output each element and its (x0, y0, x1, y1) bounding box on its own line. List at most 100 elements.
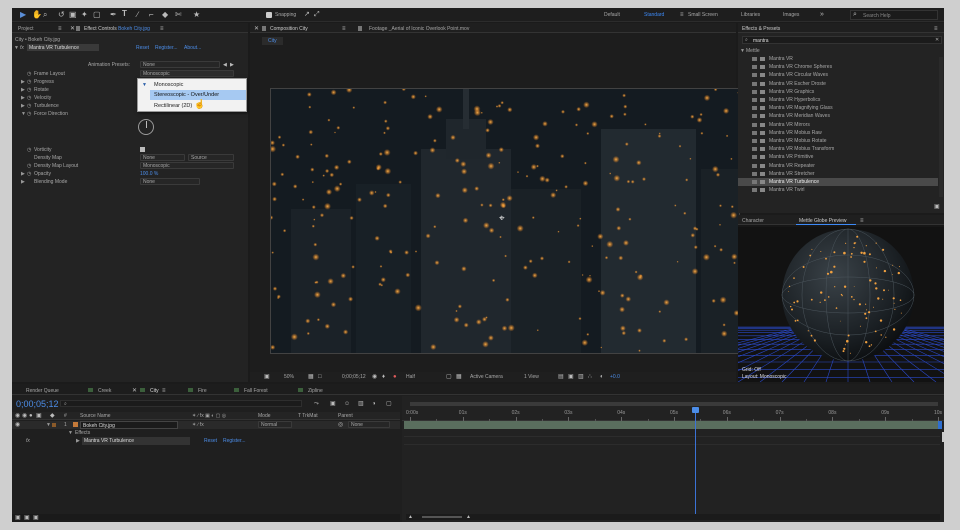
workspace-small-screen[interactable]: Small Screen (688, 12, 718, 18)
time-graph[interactable]: 0:00s 01s 02s 03s 04s 05s 06s 07s 08s 09s 10s ▲ ▲ (402, 396, 944, 522)
close-icon[interactable]: ✕ (254, 25, 259, 33)
layer-parent-dropdown[interactable]: None (348, 421, 390, 428)
always-preview-icon[interactable]: ▣ (264, 373, 270, 381)
playhead[interactable] (692, 407, 700, 517)
pickwhip-icon[interactable]: ◎ (338, 421, 343, 429)
stopwatch-icon[interactable]: ◷ (27, 163, 31, 169)
clone-stamp-tool-icon[interactable]: ⌐ (149, 11, 154, 19)
eye-icon[interactable]: ◉ (15, 421, 20, 429)
stopwatch-icon[interactable]: ◷ (27, 87, 31, 93)
next-preset-icon[interactable]: ▶ (230, 61, 234, 69)
new-folder-icon[interactable]: ▣ (934, 203, 940, 211)
lock-icon[interactable] (262, 26, 266, 31)
camera-tool-icon[interactable]: ▣ (69, 11, 77, 19)
layer-name[interactable]: Bokeh City.jpg (80, 421, 178, 429)
hand-tool-icon[interactable]: ✋ (32, 11, 42, 19)
snapshot-icon[interactable]: ◉ (372, 373, 377, 381)
mask-icon[interactable]: □ (318, 373, 322, 381)
blending-mode-dropdown[interactable]: None (140, 178, 200, 185)
time-ruler[interactable]: 0:00s 01s 02s 03s 04s 05s 06s 07s 08s 09s 10s (402, 407, 944, 421)
zoom-dropdown[interactable]: 50% (284, 374, 294, 380)
effect-preset-item[interactable]: Mantra VR Chrome Spheres (738, 63, 938, 71)
tab-footage[interactable]: Footage _Aerial of Iconic Overlook Point… (369, 26, 469, 32)
draft-3d-icon[interactable]: ▣ (330, 400, 336, 408)
panel-menu-icon[interactable]: ≡ (860, 217, 864, 225)
panel-menu-icon[interactable]: ≡ (934, 25, 938, 33)
timeline-reset-link[interactable]: Reset (204, 438, 217, 444)
timeline-effect-name[interactable]: Mantra VR Turbulence (82, 437, 190, 445)
tab-menu-icon[interactable]: ≡ (342, 25, 346, 33)
tab-render-queue[interactable]: Render Queue (26, 388, 59, 394)
effect-preset-item[interactable]: Mantra VR (738, 55, 938, 63)
source-name-header[interactable]: Source Name (80, 413, 111, 419)
timeline-search-field[interactable]: ⌕ (60, 400, 302, 407)
layer-bounding-box[interactable] (270, 88, 740, 354)
effect-preset-item[interactable]: Mantra VR Turbulence (738, 178, 938, 186)
camera-dropdown[interactable]: Active Camera (470, 374, 503, 380)
scrollbar[interactable] (939, 57, 943, 197)
timeline-zoom-bar[interactable]: ▲ ▲ (406, 514, 940, 520)
reset-exposure-icon[interactable]: ◐ (600, 373, 604, 381)
snapping-checkbox[interactable] (266, 12, 272, 18)
expand-triangle-icon[interactable]: ▶ (21, 87, 25, 93)
timeline-register-link[interactable]: Register... (223, 438, 246, 444)
zoom-out-icon[interactable]: ▲ (408, 513, 413, 521)
comp-city-tab[interactable]: City (262, 37, 283, 45)
collapse-triangle-icon[interactable]: ▼ (68, 430, 73, 436)
workspace-standard[interactable]: Standard (644, 12, 664, 18)
stopwatch-icon[interactable]: ◷ (27, 71, 31, 77)
trkmat-header[interactable]: T TrkMat (298, 413, 318, 419)
tab-zipline[interactable]: Zipline (308, 388, 323, 394)
effect-preset-item[interactable]: Mantra VR Graphics (738, 88, 938, 96)
layer-bar-end-marker[interactable] (938, 421, 942, 429)
selection-tool-icon[interactable]: ▶ (20, 11, 26, 19)
stopwatch-icon[interactable]: ◷ (27, 95, 31, 101)
snap-expand-icon[interactable]: ⤢ (314, 11, 320, 19)
region-of-interest-icon[interactable]: ▢ (446, 373, 452, 381)
expand-switches-icon[interactable]: ▣ (15, 514, 21, 522)
density-map-dropdown[interactable]: None (140, 154, 185, 161)
roto-brush-tool-icon[interactable]: ✄ (175, 11, 182, 19)
effect-preset-item[interactable]: Mantra VR Repeater (738, 162, 938, 170)
collapse-triangle-icon[interactable]: ▼ (21, 111, 26, 117)
animation-presets-dropdown[interactable]: None (140, 61, 220, 68)
type-tool-icon[interactable]: T (122, 10, 127, 18)
close-icon[interactable]: ✕ (132, 387, 137, 395)
show-snapshot-icon[interactable]: ♦ (382, 373, 385, 381)
playhead-handle[interactable] (692, 407, 700, 413)
expand-triangle-icon[interactable]: ▶ (21, 179, 25, 185)
pan-behind-tool-icon[interactable]: ✦ (81, 11, 88, 19)
workspace-images[interactable]: Images (783, 12, 799, 18)
density-map-layout-dropdown[interactable]: Monoscopic (140, 162, 234, 169)
tab-fire[interactable]: Fire (198, 388, 207, 394)
pen-tool-icon[interactable]: ✒ (110, 11, 117, 19)
effect-row[interactable]: fx ▶ Mantra VR Turbulence Reset Register… (12, 437, 400, 445)
opacity-value[interactable]: 100.0 % (140, 171, 158, 177)
tab-project[interactable]: Project (18, 26, 34, 32)
rotate-tool-icon[interactable]: ↺ (58, 11, 65, 19)
label-color-swatch[interactable] (52, 423, 56, 427)
parent-header[interactable]: Parent (338, 413, 353, 419)
reset-link[interactable]: Reset (136, 45, 149, 51)
lock-icon[interactable] (76, 26, 80, 31)
workspace-default[interactable]: Default (604, 12, 620, 18)
transparency-grid-icon[interactable]: ▦ (456, 373, 462, 381)
work-area-bar[interactable] (410, 402, 938, 406)
effect-preset-item[interactable]: Mantra VR Circular Waves (738, 71, 938, 79)
frame-layout-option-rectilinear[interactable]: Rectilinear (2D) (138, 101, 246, 111)
tab-menu-icon[interactable]: ≡ (162, 387, 166, 395)
expand-modes-icon[interactable]: ▣ (24, 514, 30, 522)
puppet-tool-icon[interactable]: ★ (193, 11, 200, 19)
tab-menu-icon[interactable]: ≡ (160, 25, 164, 33)
tab-effect-controls[interactable]: Effect Controls Bokeh City.jpg (84, 26, 150, 32)
tab-character[interactable]: Character (742, 218, 764, 224)
effect-preset-item[interactable]: Mantra VR Primitive (738, 153, 938, 161)
workspace-menu-icon[interactable]: ≡ (680, 11, 684, 19)
snap-options-icon[interactable]: ↗ (304, 11, 310, 19)
globe-preview[interactable] (738, 227, 944, 382)
hide-shy-icon[interactable]: ☺ (344, 400, 350, 408)
zoom-tool-icon[interactable]: ⌕ (43, 11, 47, 19)
frame-layout-dropdown[interactable]: Monoscopic (140, 70, 234, 77)
layer-row[interactable]: ◉ ▼ 1 Bokeh City.jpg ✶ ∕ fx Normal ◎ Non… (12, 421, 400, 429)
tab-creek[interactable]: Creek (98, 388, 111, 394)
